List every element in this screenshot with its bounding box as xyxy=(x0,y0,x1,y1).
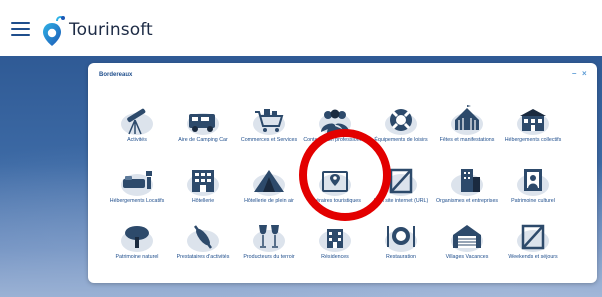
tile-activites[interactable]: Activités xyxy=(103,104,171,143)
tile-aire-camping-car[interactable]: Aire de Camping Car xyxy=(169,104,237,143)
bordereaux-panel: Bordereaux – × Activités Aire de Camping… xyxy=(88,63,597,283)
tent-icon xyxy=(253,170,285,196)
lifebuoy-icon xyxy=(385,109,417,135)
tile-patrimoine-naturel[interactable]: Patrimoine naturel xyxy=(103,221,171,260)
tree-icon xyxy=(121,226,153,252)
minimize-button[interactable]: – xyxy=(572,70,576,78)
close-button[interactable]: × xyxy=(582,70,587,78)
wine-glasses-icon xyxy=(253,225,285,252)
tile-hotellerie[interactable]: Hôtellerie xyxy=(169,165,237,204)
tile-fetes-manifestations[interactable]: Fêtes et manifestations xyxy=(433,104,501,143)
camper-van-icon xyxy=(187,113,219,135)
office-tower-icon xyxy=(451,169,483,196)
tile-restauration[interactable]: Restauration xyxy=(367,221,435,260)
tile-producteurs-terroir[interactable]: Producteurs du terroir xyxy=(235,221,303,260)
tile-hotellerie-plein-air[interactable]: Hôtellerie de plein air xyxy=(235,165,303,204)
logo-pin-icon xyxy=(43,16,65,46)
tile-hebergements-collectifs[interactable]: Hébergements collectifs xyxy=(499,104,567,143)
tile-prestataires-activites[interactable]: Prestataires d'activités xyxy=(169,221,237,260)
kayak-icon xyxy=(187,225,219,252)
garage-house-icon xyxy=(451,225,483,252)
building-icon xyxy=(517,109,549,135)
tourinsoft-logo[interactable]: Tourinsoft xyxy=(40,13,153,47)
bedroom-icon xyxy=(121,171,153,196)
top-bar: Tourinsoft xyxy=(0,0,602,56)
tile-patrimoine-culturel[interactable]: Patrimoine culturel xyxy=(499,165,567,204)
shopping-cart-icon xyxy=(253,109,285,135)
painting-icon xyxy=(517,169,549,196)
people-icon xyxy=(319,109,351,135)
placeholder-icon xyxy=(517,224,549,252)
tile-equipements-loisirs[interactable]: Équipements de loisirs xyxy=(367,104,435,143)
hotel-icon xyxy=(187,170,219,196)
tile-lien-site-internet[interactable]: Lien site internet (URL) xyxy=(367,165,435,204)
plate-cutlery-icon xyxy=(385,226,417,252)
hamburger-menu-icon[interactable] xyxy=(11,22,30,36)
tile-contacter-professionnel[interactable]: Contacter un professionnel xyxy=(301,104,369,143)
tile-villages-vacances[interactable]: Villages Vacances xyxy=(433,221,501,260)
tile-residences[interactable]: Résidences xyxy=(301,221,369,260)
panel-title: Bordereaux xyxy=(99,72,133,78)
telescope-icon xyxy=(121,108,153,135)
tile-commerces-services[interactable]: Commerces et Services xyxy=(235,104,303,143)
map-pin-icon xyxy=(319,171,351,196)
tile-itineraires-touristiques[interactable]: Itinéraires touristiques xyxy=(301,165,369,204)
tile-hebergements-locatifs[interactable]: Hébergements Locatifs xyxy=(103,165,171,204)
circus-tent-icon xyxy=(451,105,483,135)
residence-icon xyxy=(319,229,351,252)
tile-organismes-entreprises[interactable]: Organismes et entreprises xyxy=(433,165,501,204)
brand-name: Tourinsoft xyxy=(69,20,153,40)
link-icon xyxy=(385,168,417,196)
tile-weekends-sejours[interactable]: Weekends et séjours xyxy=(499,221,567,260)
